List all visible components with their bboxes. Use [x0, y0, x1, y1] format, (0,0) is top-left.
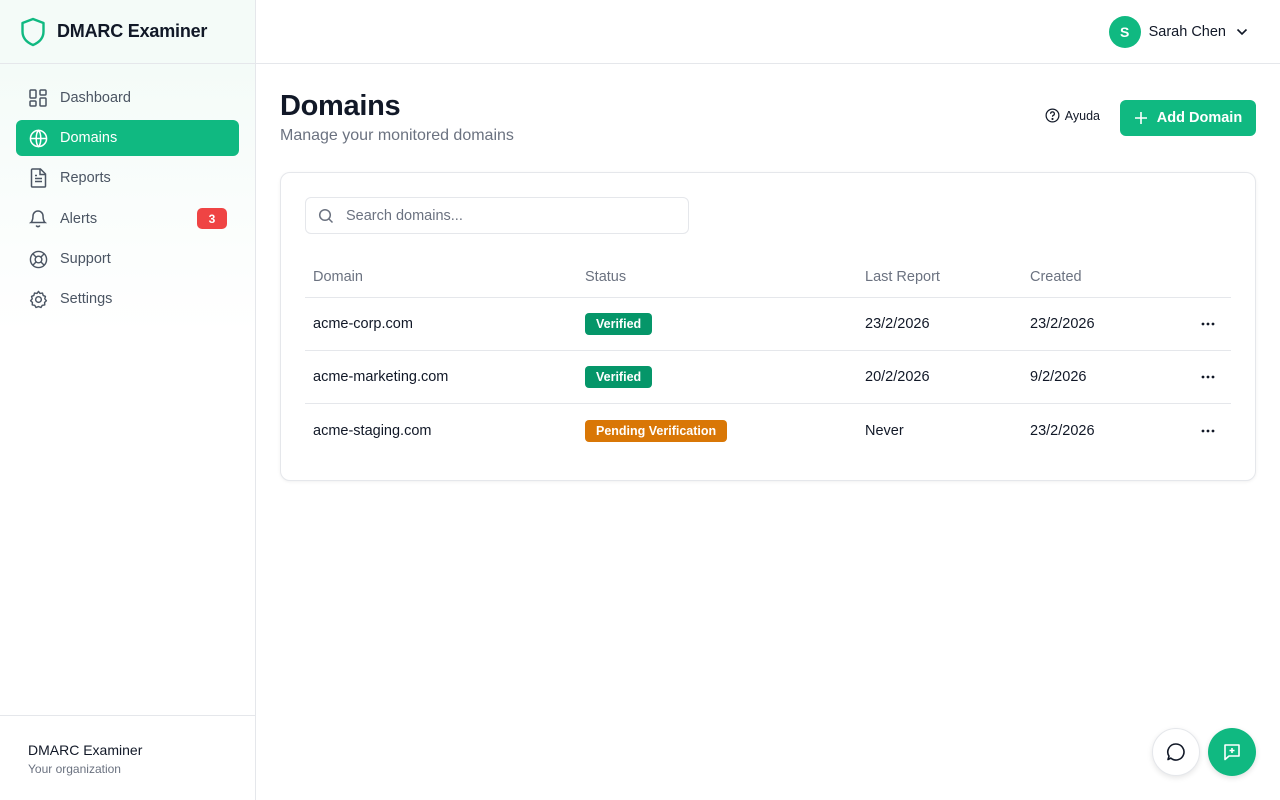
user-menu[interactable]: S Sarah Chen [1108, 16, 1248, 48]
search-icon [318, 208, 334, 223]
sidebar-item-label: Support [60, 251, 111, 267]
table-row: acme-marketing.com Verified 20/2/2026 9/… [305, 351, 1231, 404]
sidebar-item-label: Settings [60, 291, 113, 307]
app-name: DMARC Examiner [57, 21, 208, 41]
more-horizontal-icon [1201, 429, 1215, 432]
dashboard-icon [28, 88, 48, 108]
chat-button[interactable] [1152, 728, 1200, 776]
file-text-icon [28, 168, 48, 188]
more-actions-button[interactable] [1196, 419, 1220, 443]
table-header: Domain Status Last Report Created [305, 257, 1231, 298]
domain-name: acme-corp.com [313, 316, 413, 332]
avatar: S [1108, 16, 1141, 48]
globe-icon [28, 128, 48, 148]
add-domain-button[interactable]: Add Domain [1120, 100, 1256, 136]
sidebar-item-label: Dashboard [60, 90, 131, 106]
column-header-last-report: Last Report [865, 269, 940, 285]
sidebar-item-support[interactable]: Support [16, 241, 239, 277]
help-button[interactable]: Ayuda [1045, 108, 1100, 123]
domains-table: Domain Status Last Report Created acme-c… [305, 257, 1231, 457]
bell-icon [28, 209, 48, 229]
domains-card: Domain Status Last Report Created acme-c… [280, 172, 1256, 481]
chevron-down-icon [1236, 23, 1248, 41]
more-actions-button[interactable] [1196, 312, 1220, 336]
sidebar-item-domains[interactable]: Domains [16, 120, 239, 156]
status-badge: Verified [585, 313, 653, 335]
sidebar-item-dashboard[interactable]: Dashboard [16, 80, 239, 116]
column-header-domain: Domain [313, 269, 363, 285]
created-date: 23/2/2026 [1030, 422, 1095, 439]
created-date: 23/2/2026 [1030, 316, 1095, 332]
sidebar-item-label: Alerts [60, 210, 98, 227]
organization-name: DMARC Examiner [28, 742, 143, 758]
help-label: Ayuda [1064, 108, 1100, 123]
last-report-date: 20/2/2026 [865, 369, 930, 385]
more-horizontal-icon [1201, 375, 1215, 379]
more-actions-button[interactable] [1196, 365, 1220, 389]
search-input[interactable] [346, 207, 666, 224]
plus-icon [1134, 112, 1147, 124]
sidebar-nav: Dashboard Domains Reports Alerts 3 Suppo… [0, 64, 255, 333]
sidebar-brand: DMARC Examiner [0, 0, 255, 64]
sidebar-item-alerts[interactable]: Alerts 3 [16, 200, 239, 237]
more-horizontal-icon [1201, 322, 1215, 326]
user-name: Sarah Chen [1148, 24, 1226, 40]
search-box[interactable] [305, 197, 689, 234]
column-header-created: Created [1030, 269, 1082, 285]
domain-name: acme-staging.com [313, 422, 432, 439]
domain-name: acme-marketing.com [313, 369, 449, 385]
top-bar: S Sarah Chen [256, 0, 1280, 64]
created-date: 9/2/2026 [1030, 369, 1087, 385]
table-row: acme-staging.com Pending Verification Ne… [305, 404, 1231, 457]
page-subtitle: Manage your monitored domains [280, 127, 514, 144]
sidebar-item-label: Domains [60, 130, 118, 146]
status-badge: Pending Verification [585, 419, 728, 442]
column-header-status: Status [585, 269, 627, 285]
message-square-plus-icon [1224, 744, 1240, 761]
sidebar: DMARC Examiner Dashboard Domains Reports… [0, 0, 256, 800]
message-circle-icon [1167, 743, 1185, 761]
table-row: acme-corp.com Verified 23/2/2026 23/2/20… [305, 298, 1231, 351]
shield-icon [20, 17, 46, 47]
feedback-button[interactable] [1208, 728, 1256, 776]
sidebar-item-reports[interactable]: Reports [16, 160, 239, 196]
help-circle-icon [1045, 108, 1060, 123]
organization-info: DMARC Examiner Your organization [0, 715, 255, 800]
alerts-count-badge: 3 [197, 208, 227, 229]
page-title: Domains [280, 90, 401, 122]
add-domain-label: Add Domain [1156, 110, 1243, 126]
sidebar-item-label: Reports [60, 170, 111, 186]
last-report-date: 23/2/2026 [865, 316, 930, 332]
status-badge: Verified [585, 366, 653, 388]
gear-icon [28, 289, 48, 309]
last-report-date: Never [865, 422, 904, 439]
sidebar-item-settings[interactable]: Settings [16, 281, 239, 317]
organization-subtitle: Your organization [28, 762, 121, 776]
life-buoy-icon [28, 249, 48, 269]
